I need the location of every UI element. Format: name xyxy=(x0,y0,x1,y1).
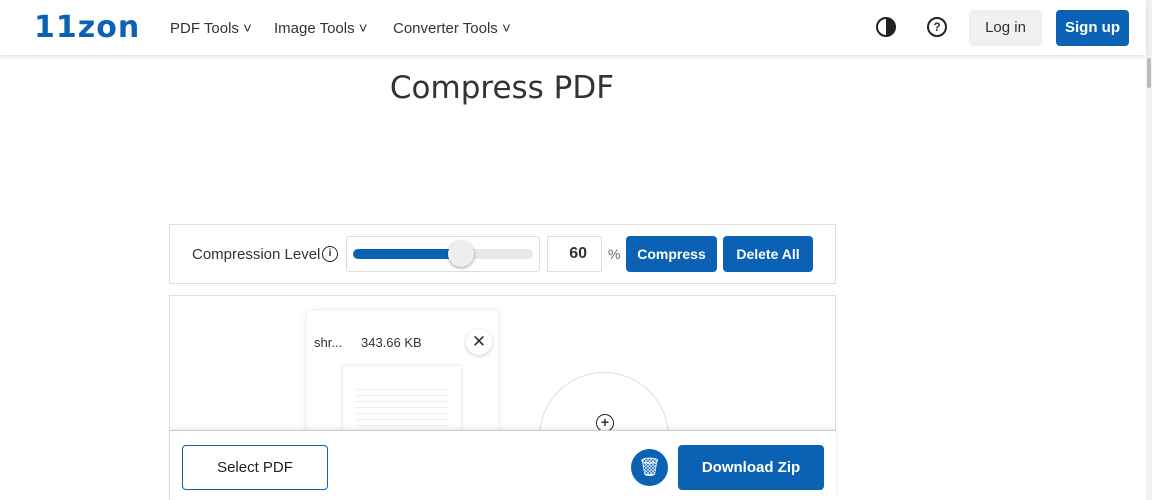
nav-label: PDF Tools xyxy=(170,20,239,37)
nav-converter-tools[interactable]: Converter Tools ˅ xyxy=(393,20,511,37)
compress-button[interactable]: Compress xyxy=(626,236,717,272)
compression-toolbar: Compression Level i 60 % Compress Delete… xyxy=(169,224,836,284)
page-title: Compress PDF xyxy=(389,70,615,106)
login-button[interactable]: Log in xyxy=(969,10,1042,46)
compression-label: Compression Level xyxy=(192,246,321,263)
compression-slider[interactable] xyxy=(346,236,540,272)
remove-file-icon[interactable]: ✕ xyxy=(466,329,492,355)
level-input[interactable]: 60 xyxy=(547,236,602,272)
delete-all-button[interactable]: Delete All xyxy=(723,236,813,272)
header: 11zon PDF Tools ˅ Image Tools ˅ Converte… xyxy=(0,0,1146,55)
trash-icon[interactable]: 🗑 xyxy=(631,449,668,486)
slider-handle[interactable] xyxy=(448,241,474,267)
nav-pdf-tools[interactable]: PDF Tools ˅ xyxy=(170,20,252,37)
percent-unit: % xyxy=(608,246,621,262)
info-icon[interactable]: i xyxy=(322,246,338,262)
signup-button[interactable]: Sign up xyxy=(1056,10,1129,46)
file-name: shr... xyxy=(314,335,343,350)
nav-image-tools[interactable]: Image Tools ˅ xyxy=(274,20,368,37)
select-pdf-button[interactable]: Select PDF xyxy=(182,445,328,490)
file-size: 343.66 KB xyxy=(361,335,422,350)
help-icon[interactable]: ? xyxy=(927,17,947,37)
logo[interactable]: 11zon xyxy=(34,10,140,45)
nav-label: Converter Tools xyxy=(393,20,498,37)
theme-toggle-icon[interactable] xyxy=(876,17,896,37)
scrollbar[interactable] xyxy=(1146,0,1152,500)
download-zip-button[interactable]: Download Zip xyxy=(678,445,824,490)
nav-label: Image Tools xyxy=(274,20,355,37)
footer-bar: Select PDF 🗑 Download Zip xyxy=(170,430,836,500)
